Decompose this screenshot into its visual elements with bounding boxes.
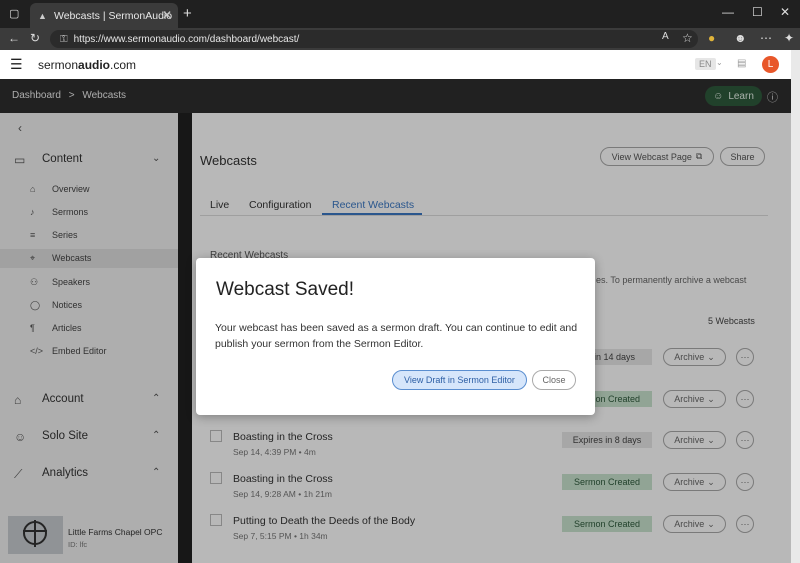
browser-menu-icon[interactable]: ⋯ xyxy=(760,31,772,45)
page-scrollbar[interactable] xyxy=(791,50,800,563)
messages-icon[interactable]: ▤ xyxy=(737,58,746,69)
logo-bold: audio xyxy=(78,58,111,72)
logo-regular: sermon xyxy=(38,58,79,72)
tab-close-icon[interactable]: ✕ xyxy=(162,8,172,22)
minimize-icon[interactable]: — xyxy=(722,5,734,19)
modal-title: Webcast Saved! xyxy=(216,279,355,300)
close-button[interactable]: Close xyxy=(532,370,576,390)
url-text: https://www.sermonaudio.com/dashboard/we… xyxy=(73,33,300,45)
browser-tab[interactable]: ▲ Webcasts | SermonAudio ✕ xyxy=(30,3,178,28)
sermonaudio-logo[interactable]: sermonaudio.com xyxy=(38,58,136,72)
maximize-icon[interactable]: ☐ xyxy=(752,5,763,19)
language-selector[interactable]: EN xyxy=(695,58,716,70)
address-bar[interactable]: ⚿ https://www.sermonaudio.com/dashboard/… xyxy=(50,30,698,48)
language-chevron-icon[interactable]: ⌄ xyxy=(716,58,723,67)
sidebar-copilot-icon[interactable]: ✦ xyxy=(784,31,794,45)
back-icon[interactable]: ← xyxy=(8,31,20,45)
site-info-icon[interactable]: ⚿ xyxy=(60,34,68,45)
extension-icon[interactable]: ● xyxy=(708,31,715,45)
reload-icon[interactable]: ↻ xyxy=(30,31,40,45)
modal-body: Your webcast has been saved as a sermon … xyxy=(215,322,578,350)
view-draft-button[interactable]: View Draft in Sermon Editor xyxy=(392,370,527,390)
tab-actions-icon[interactable]: ▢ xyxy=(9,7,19,20)
read-aloud-icon[interactable]: A xyxy=(662,31,669,42)
sermonaudio-favicon-icon: ▲ xyxy=(38,10,47,21)
tab-title: Webcasts | SermonAudio xyxy=(54,9,173,22)
profile-icon[interactable]: ☻ xyxy=(734,31,747,45)
logo-suffix: .com xyxy=(110,58,137,72)
new-tab-icon[interactable]: + xyxy=(183,5,192,22)
window-close-icon[interactable]: ✕ xyxy=(780,5,790,19)
favorite-icon[interactable]: ☆ xyxy=(682,31,693,45)
avatar[interactable]: L xyxy=(762,56,779,73)
hamburger-menu-icon[interactable]: ☰ xyxy=(10,56,23,73)
